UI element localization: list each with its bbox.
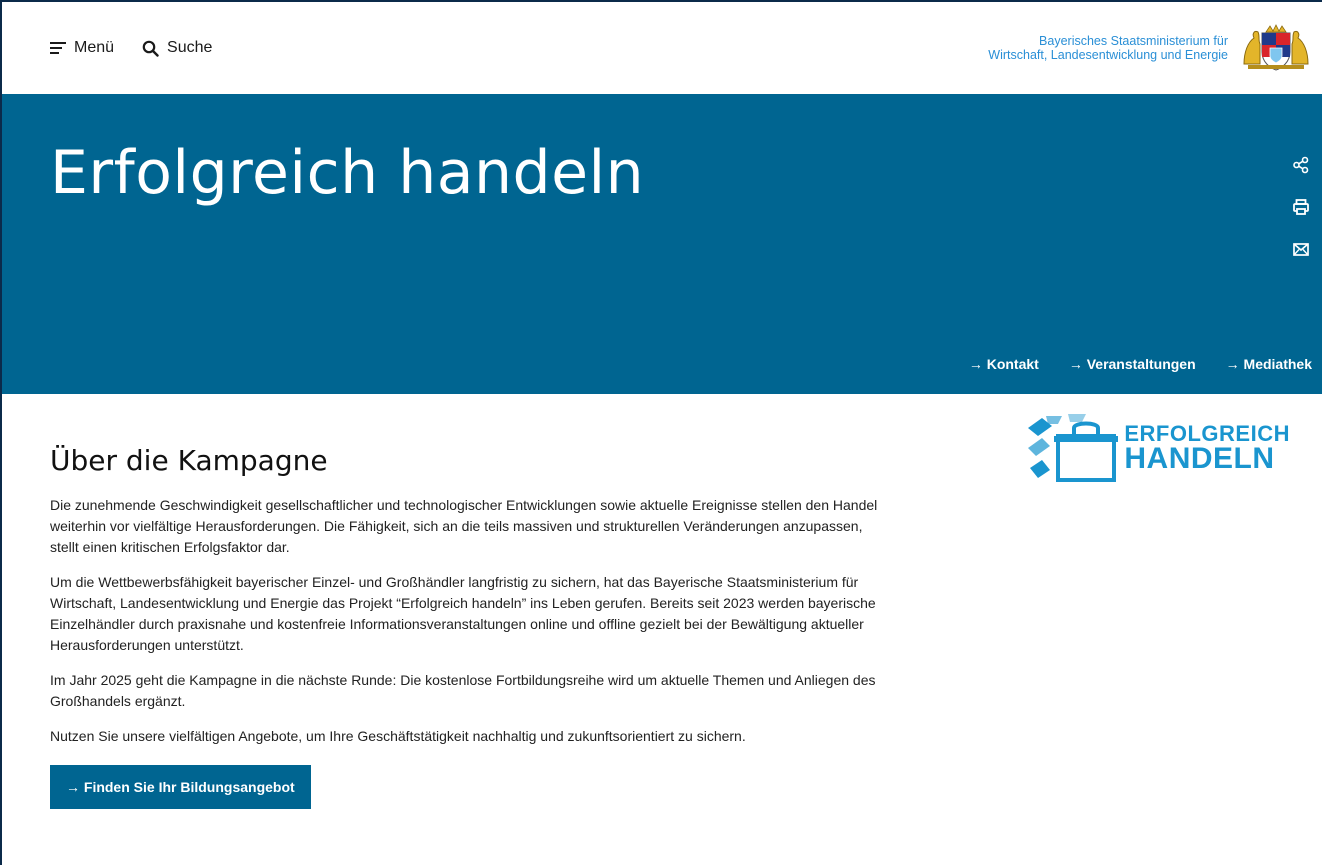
paragraph-3: Im Jahr 2025 geht die Kampagne in die nä… <box>50 672 876 709</box>
paragraph-1: Die zunehmende Geschwindigkeit gesellsch… <box>50 497 878 555</box>
share-icon[interactable] <box>1292 156 1310 174</box>
campaign-logo: ERFOLGREICH HANDELN <box>1028 414 1290 484</box>
link-mediathek[interactable]: → Mediathek <box>1226 356 1312 372</box>
ministry-name-line2: Wirtschaft, Landesentwicklung und Energi… <box>988 48 1228 62</box>
ministry-logo-link[interactable]: Bayerisches Staatsministerium für Wirtsc… <box>988 24 1312 72</box>
top-header: Menü Suche Bayerisches Staatsministerium… <box>2 2 1322 94</box>
shopping-bag-logo-icon <box>1028 414 1119 482</box>
campaign-logo-text: ERFOLGREICH HANDELN <box>1124 423 1290 476</box>
find-course-button[interactable]: → Finden Sie Ihr Bildungsangebot <box>50 765 311 809</box>
header-nav: Menü Suche <box>50 39 212 57</box>
print-icon[interactable] <box>1292 198 1310 216</box>
menu-icon <box>50 42 66 54</box>
menu-button[interactable]: Menü <box>50 39 114 57</box>
search-icon <box>142 40 159 57</box>
search-label: Suche <box>167 39 213 56</box>
main-content: Über die Kampagne Die zunehmende Geschwi… <box>2 394 1322 809</box>
search-button[interactable]: Suche <box>142 39 212 57</box>
ministry-name-line1: Bayerisches Staatsministerium für <box>1039 34 1228 48</box>
menu-label: Menü <box>74 39 115 56</box>
mail-icon[interactable] <box>1292 240 1310 258</box>
hero-banner: Erfolgreich handeln → Kontakt → Veransta… <box>2 94 1322 394</box>
page-frame: Menü Suche Bayerisches Staatsministerium… <box>0 0 1322 865</box>
ministry-name: Bayerisches Staatsministerium für Wirtsc… <box>988 34 1228 62</box>
coat-of-arms-icon <box>1243 24 1309 71</box>
link-kontakt[interactable]: → Kontakt <box>969 356 1039 372</box>
paragraph-4: Nutzen Sie unsere vielfältigen Angebote,… <box>50 728 746 744</box>
page-title: Erfolgreich handeln <box>50 138 645 208</box>
link-veranstaltungen[interactable]: → Veranstaltungen <box>1069 356 1196 372</box>
paragraph-2: Um die Wettbewerbsfähigkeit bayerischer … <box>50 574 876 653</box>
page-tools <box>1292 156 1310 258</box>
campaign-logo-line2: HANDELN <box>1124 442 1275 476</box>
hero-quick-links: → Kontakt → Veranstaltungen → Mediathek <box>969 356 1312 372</box>
